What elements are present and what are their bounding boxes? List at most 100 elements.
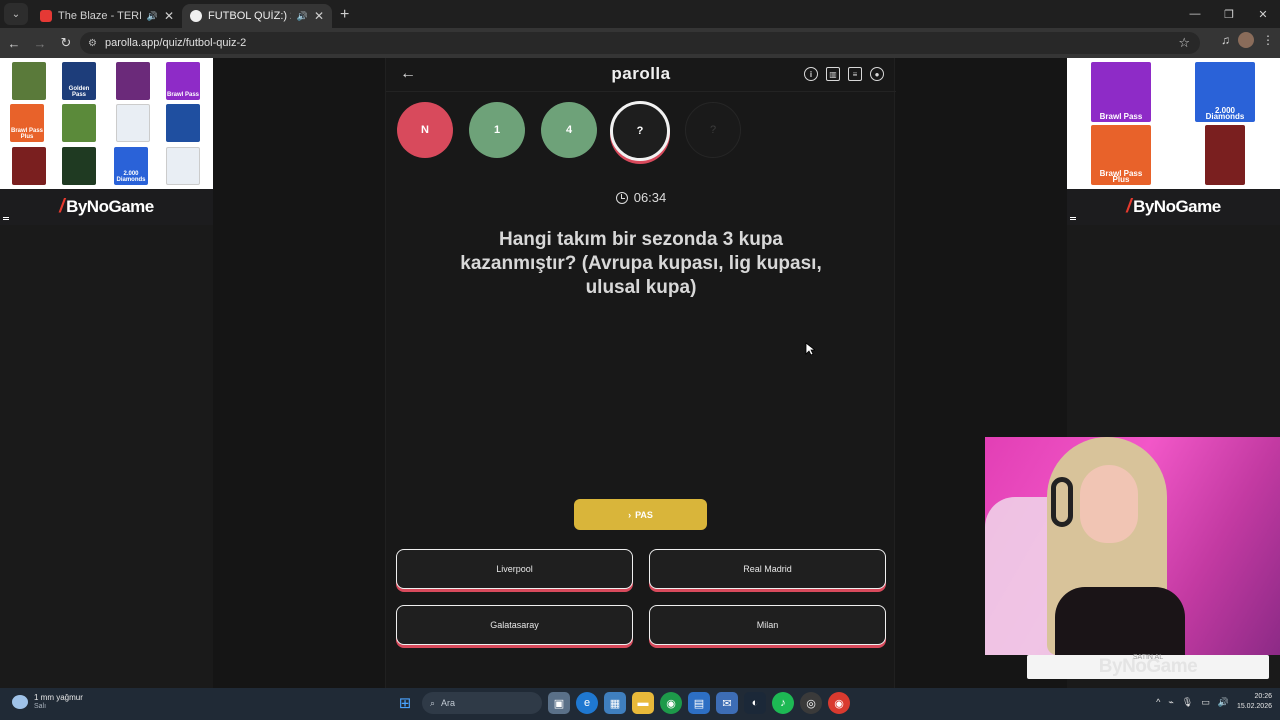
right-ad-handle-icon[interactable] bbox=[1070, 217, 1076, 220]
weather-widget[interactable]: 1 mm yağmur Salı bbox=[12, 693, 83, 710]
ad-thumb[interactable]: Golden Pass bbox=[62, 62, 96, 100]
speaker-icon[interactable]: 🔊 bbox=[147, 11, 158, 22]
windows-start-icon[interactable]: ⊞ bbox=[394, 692, 416, 714]
media-control-icon[interactable]: ♫ bbox=[1221, 33, 1230, 47]
left-ad-brand-bar[interactable]: / ByNoGame bbox=[0, 189, 213, 225]
tab-title: The Blaze - TERRITORY (Offi bbox=[58, 10, 141, 22]
pass-label: PAS bbox=[635, 509, 653, 520]
webcam-overlay bbox=[985, 437, 1280, 655]
system-clock[interactable]: 20:26 15.02.2026 bbox=[1237, 692, 1272, 712]
youtube-icon bbox=[40, 10, 52, 22]
file-explorer-icon[interactable]: ▬ bbox=[632, 692, 654, 714]
headset-icon bbox=[1051, 477, 1073, 527]
address-bar[interactable]: ⚙ parolla.app/quiz/futbol-quiz-2 ☆ bbox=[80, 32, 1200, 54]
display-icon[interactable]: ▭ bbox=[1201, 697, 1210, 708]
tray-chevron-icon[interactable]: ^ bbox=[1156, 697, 1160, 707]
spotify-icon[interactable]: ♪ bbox=[772, 692, 794, 714]
ad-thumb[interactable]: Brawl Pass Plus bbox=[10, 104, 44, 142]
right-ad-banner[interactable]: Brawl Pass 2.000 Diamonds Brawl Pass Plu… bbox=[1067, 58, 1280, 189]
parolla-quiz-app: ← parolla i ▥ ≡ ● N 1 4 ? ? 06:34 Hangi … bbox=[385, 58, 896, 688]
bynogame-logo: / ByNoGame bbox=[59, 196, 154, 217]
store-icon[interactable]: ▦ bbox=[604, 692, 626, 714]
edge-icon[interactable]: e bbox=[576, 692, 598, 714]
close-tab-icon[interactable]: ✕ bbox=[314, 9, 324, 23]
left-ad-banner[interactable]: Golden Pass Brawl Pass Brawl Pass Plus 2… bbox=[0, 58, 213, 189]
bynogame-logo: / ByNoGame bbox=[1126, 196, 1221, 217]
ad-thumb[interactable] bbox=[12, 147, 46, 185]
ad-thumb[interactable] bbox=[1205, 125, 1245, 185]
mic-icon[interactable]: 🎙 bbox=[1182, 697, 1193, 708]
window-controls: — ❐ ✕ bbox=[1178, 0, 1280, 28]
restore-icon[interactable]: ❐ bbox=[1212, 0, 1246, 28]
ad-thumb[interactable]: 2.000 Diamonds bbox=[114, 147, 148, 185]
profile-icon[interactable]: ● bbox=[870, 67, 884, 81]
obs-icon[interactable]: ◎ bbox=[800, 692, 822, 714]
menu-icon[interactable]: ⋮ bbox=[1262, 33, 1274, 47]
close-tab-icon[interactable]: ✕ bbox=[164, 9, 174, 23]
left-ad-handle-icon[interactable] bbox=[3, 217, 9, 220]
letter-bubble-correct: 4 bbox=[541, 102, 597, 158]
taskbar-search[interactable]: ⌕ Ara bbox=[422, 692, 542, 714]
toolbar-right: ♫ ⋮ bbox=[1221, 32, 1274, 48]
letter-bubble-correct: 1 bbox=[469, 102, 525, 158]
mouse-cursor-icon bbox=[805, 342, 815, 356]
app-icon[interactable]: ▤ bbox=[688, 692, 710, 714]
clock-icon bbox=[615, 191, 628, 204]
tab-search-dropdown-icon[interactable]: ⌄ bbox=[4, 3, 28, 25]
browser-tab-parolla[interactable]: FUTBOL QUİZ:) 2 quiz - par 🔊 ✕ bbox=[182, 4, 332, 28]
ad-thumb[interactable]: Brawl Pass Plus bbox=[1091, 125, 1151, 185]
new-tab-icon[interactable]: + bbox=[340, 6, 349, 24]
letter-bubble-future: ? bbox=[685, 102, 741, 158]
chrome-icon[interactable]: ◉ bbox=[660, 692, 682, 714]
profile-avatar[interactable] bbox=[1238, 32, 1254, 48]
ad-thumb[interactable]: Brawl Pass bbox=[166, 62, 200, 100]
answer-option[interactable]: Liverpool bbox=[396, 549, 633, 589]
browser-tab-youtube[interactable]: The Blaze - TERRITORY (Offi 🔊 ✕ bbox=[32, 4, 182, 28]
sponsor-cta: SATIN AL bbox=[1132, 654, 1164, 661]
system-tray: ^ ⌁ 🎙 ▭ 🔊 20:26 15.02.2026 bbox=[1156, 692, 1272, 712]
tab-title: FUTBOL QUİZ:) 2 quiz - par bbox=[208, 10, 291, 22]
minimize-icon[interactable]: — bbox=[1178, 0, 1212, 28]
browser-toolbar: ← → ↻ ⚙ parolla.app/quiz/futbol-quiz-2 ☆… bbox=[0, 28, 1280, 58]
ad-thumb[interactable] bbox=[62, 147, 96, 185]
speaker-icon[interactable]: 🔊 bbox=[297, 11, 308, 22]
url-text: parolla.app/quiz/futbol-quiz-2 bbox=[104, 37, 247, 49]
ad-thumb[interactable]: Brawl Pass bbox=[1091, 62, 1151, 122]
site-info-icon[interactable]: ⚙ bbox=[88, 38, 97, 49]
pass-button[interactable]: › PAS bbox=[574, 499, 707, 530]
ad-thumb[interactable] bbox=[166, 147, 200, 185]
volume-icon[interactable]: 🔊 bbox=[1218, 697, 1229, 708]
network-icon[interactable]: ⌁ bbox=[1168, 697, 1173, 708]
question-text: Hangi takım bir sezonda 3 kupa kazanmışt… bbox=[460, 229, 822, 298]
stats-icon[interactable]: ▥ bbox=[826, 67, 840, 81]
steam-icon[interactable]: ◐ bbox=[744, 692, 766, 714]
ad-thumb[interactable] bbox=[116, 104, 150, 142]
parolla-favicon-icon bbox=[190, 10, 202, 22]
reload-icon[interactable]: ↻ bbox=[54, 31, 78, 55]
chevron-right-icon: › bbox=[628, 509, 632, 520]
app-header: ← parolla i ▥ ≡ ● bbox=[386, 58, 896, 92]
weather-icon bbox=[12, 694, 28, 709]
outlook-icon[interactable]: ✉ bbox=[716, 692, 738, 714]
chrome-active-icon[interactable]: ◉ bbox=[828, 692, 850, 714]
ad-thumb[interactable] bbox=[12, 62, 46, 100]
comment-icon[interactable]: ≡ bbox=[848, 67, 862, 81]
search-placeholder: Ara bbox=[441, 698, 456, 708]
letter-progress: N 1 4 ? ? bbox=[386, 101, 896, 162]
ad-thumb[interactable] bbox=[166, 104, 200, 142]
timer-value: 06:34 bbox=[633, 190, 667, 205]
webcam-sponsor-banner: SATIN AL ByNoGame bbox=[1027, 654, 1269, 679]
task-view-icon[interactable]: ▣ bbox=[548, 692, 570, 714]
back-icon[interactable]: ← bbox=[2, 31, 26, 55]
ad-thumb[interactable] bbox=[116, 62, 150, 100]
ad-thumb[interactable] bbox=[62, 104, 96, 142]
bookmark-star-icon[interactable]: ☆ bbox=[1178, 35, 1190, 51]
right-ad-brand-bar[interactable]: / ByNoGame bbox=[1067, 189, 1280, 225]
close-window-icon[interactable]: ✕ bbox=[1246, 0, 1280, 28]
info-icon[interactable]: i bbox=[804, 67, 818, 81]
ad-thumb[interactable]: 2.000 Diamonds bbox=[1195, 62, 1255, 122]
forward-icon[interactable]: → bbox=[28, 31, 52, 55]
answer-option[interactable]: Milan bbox=[649, 605, 886, 645]
answer-option[interactable]: Galatasaray bbox=[396, 605, 633, 645]
answer-option[interactable]: Real Madrid bbox=[649, 549, 886, 589]
